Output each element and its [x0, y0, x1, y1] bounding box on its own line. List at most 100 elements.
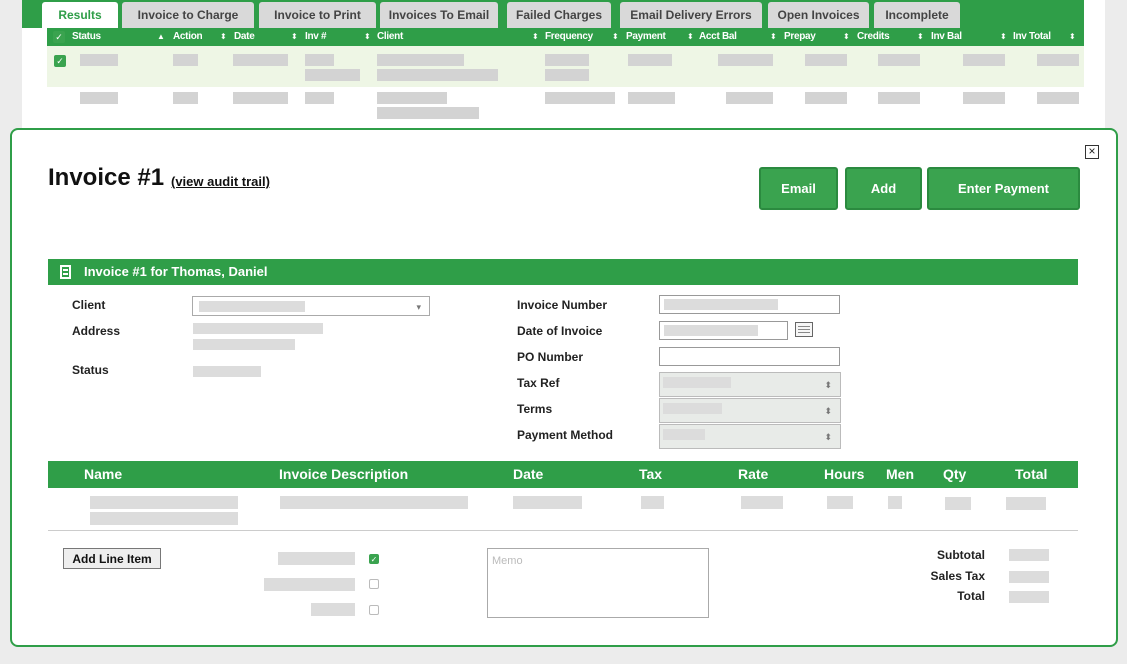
add-line-item-button[interactable]: Add Line Item: [63, 548, 161, 569]
client-value-line2: [377, 69, 498, 81]
date-of-invoice-label: Date of Invoice: [517, 324, 603, 338]
date-value: [233, 92, 288, 104]
client-value[interactable]: [377, 54, 464, 66]
terms-label: Terms: [517, 402, 553, 416]
status-label: Status: [72, 363, 109, 377]
date-of-invoice-field[interactable]: [659, 321, 788, 340]
sort-icon[interactable]: ⬍: [687, 28, 694, 46]
col-credits[interactable]: Credits: [857, 28, 890, 46]
payment-method-select[interactable]: ⬍: [659, 424, 841, 449]
line-rate-value[interactable]: [741, 496, 783, 509]
total-value: [1009, 591, 1049, 603]
sales-tax-label: Sales Tax: [930, 569, 985, 583]
sort-asc-icon[interactable]: ▲: [157, 28, 165, 46]
status-value: [80, 54, 118, 66]
col-qty: Qty: [943, 466, 967, 482]
acct-bal-value: [726, 92, 773, 104]
line-name-value[interactable]: [90, 496, 238, 509]
sort-icon[interactable]: ⬍: [1000, 28, 1007, 46]
email-button[interactable]: Email: [759, 167, 838, 210]
add-button[interactable]: Add: [845, 167, 922, 210]
sort-icon[interactable]: ⬍: [612, 28, 619, 46]
invoice-title: Invoice #1: [48, 164, 165, 191]
inv-bal-value: [963, 92, 1005, 104]
action-value[interactable]: [173, 92, 198, 104]
line-qty-value[interactable]: [945, 497, 971, 510]
inv-number-value[interactable]: [305, 92, 334, 104]
sort-icon[interactable]: ⬍: [843, 28, 850, 46]
sort-icon[interactable]: ⬍: [532, 28, 539, 46]
close-icon[interactable]: ×: [1085, 145, 1099, 159]
action-value[interactable]: [173, 54, 198, 66]
col-total: Total: [1015, 466, 1048, 482]
tab-failed-charges[interactable]: Failed Charges: [507, 2, 611, 28]
client-value[interactable]: [377, 92, 447, 104]
inv-number-value[interactable]: [305, 54, 334, 66]
document-icon: [60, 265, 71, 279]
tab-results[interactable]: Results: [42, 2, 118, 28]
col-inv-number[interactable]: Inv #: [305, 28, 327, 46]
col-date[interactable]: Date: [234, 28, 255, 46]
option-checkbox[interactable]: [369, 605, 379, 615]
col-frequency[interactable]: Frequency: [545, 28, 593, 46]
line-items-header: Name Invoice Description Date Tax Rate H…: [48, 461, 1078, 488]
memo-textarea[interactable]: Memo: [487, 548, 709, 618]
col-action[interactable]: Action: [173, 28, 203, 46]
col-acct-bal[interactable]: Acct Bal: [699, 28, 737, 46]
calendar-icon[interactable]: [795, 322, 813, 337]
sort-icon[interactable]: ⬍: [220, 28, 227, 46]
select-all-checkbox[interactable]: ✓: [53, 31, 65, 43]
option-checkbox-checked[interactable]: ✓: [369, 554, 379, 564]
client-select[interactable]: ▾: [192, 296, 430, 316]
col-prepay[interactable]: Prepay: [784, 28, 816, 46]
divider: [48, 530, 1078, 531]
line-men-value[interactable]: [888, 496, 902, 509]
line-tax-value[interactable]: [641, 496, 664, 509]
select-arrows-icon: ⬍: [824, 432, 832, 442]
enter-payment-button[interactable]: Enter Payment: [927, 167, 1080, 210]
option-checkbox[interactable]: [369, 579, 379, 589]
option-label: [264, 578, 355, 591]
invoice-section-header: Invoice #1 for Thomas, Daniel: [48, 259, 1078, 285]
terms-select[interactable]: ⬍: [659, 398, 841, 423]
tab-email-delivery-errors[interactable]: Email Delivery Errors: [620, 2, 762, 28]
acct-bal-value: [718, 54, 773, 66]
tab-invoice-to-print[interactable]: Invoice to Print: [259, 2, 376, 28]
col-client[interactable]: Client: [377, 28, 403, 46]
col-status[interactable]: Status: [72, 28, 101, 46]
line-description-value[interactable]: [280, 496, 468, 509]
po-number-field[interactable]: [659, 347, 840, 366]
tab-open-invoices[interactable]: Open Invoices: [768, 2, 869, 28]
date-value: [233, 54, 288, 66]
col-payment[interactable]: Payment: [626, 28, 666, 46]
view-audit-trail-link[interactable]: (view audit trail): [171, 174, 270, 189]
sort-icon[interactable]: ⬍: [1069, 28, 1076, 46]
col-date: Date: [513, 466, 544, 482]
line-name-value-line2: [90, 512, 238, 525]
tab-invoices-to-email[interactable]: Invoices To Email: [380, 2, 498, 28]
invoice-number-label: Invoice Number: [517, 298, 608, 312]
sort-icon[interactable]: ⬍: [291, 28, 298, 46]
col-tax: Tax: [639, 466, 663, 482]
tax-ref-select[interactable]: ⬍: [659, 372, 841, 397]
frequency-value: [545, 54, 589, 66]
col-name: Name: [84, 466, 123, 482]
payment-method-label: Payment Method: [517, 428, 614, 442]
row-checkbox[interactable]: ✓: [54, 55, 66, 67]
line-hours-value[interactable]: [827, 496, 853, 509]
line-date-value[interactable]: [513, 496, 582, 509]
status-value: [80, 92, 118, 104]
tab-bar: Results Invoice to Charge Invoice to Pri…: [22, 0, 1084, 28]
payment-value: [628, 92, 675, 104]
tab-invoice-to-charge[interactable]: Invoice to Charge: [122, 2, 254, 28]
sort-icon[interactable]: ⬍: [364, 28, 371, 46]
tab-incomplete[interactable]: Incomplete: [874, 2, 960, 28]
status-value: [193, 366, 261, 377]
invoice-number-field[interactable]: [659, 295, 840, 314]
sort-icon[interactable]: ⬍: [770, 28, 777, 46]
col-inv-total[interactable]: Inv Total: [1013, 28, 1051, 46]
inv-total-value: [1037, 92, 1079, 104]
sort-icon[interactable]: ⬍: [917, 28, 924, 46]
col-inv-bal[interactable]: Inv Bal: [931, 28, 962, 46]
col-rate: Rate: [738, 466, 769, 482]
